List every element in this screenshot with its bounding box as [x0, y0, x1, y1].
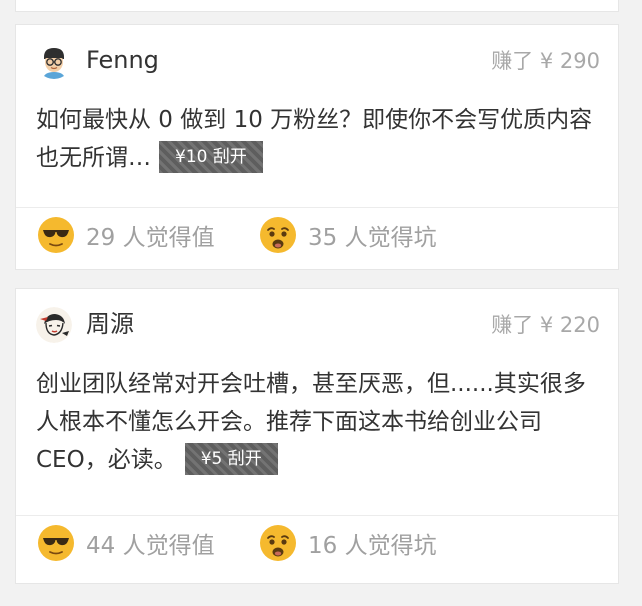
previous-card-edge [15, 0, 619, 12]
earned-amount: 赚了 ¥ 220 [491, 313, 600, 337]
post-content[interactable]: 创业团队经常对开会吐槽，甚至厌恶，但......其实很多人根本不懂怎么开会。推荐… [36, 365, 602, 479]
worth-it-button[interactable]: 44 人觉得值 [36, 523, 215, 563]
author-name[interactable]: Fenng [86, 45, 159, 75]
divider [16, 207, 618, 208]
rip-off-button[interactable]: 16 人觉得坑 [258, 523, 437, 563]
avatar[interactable] [36, 43, 72, 79]
post-card[interactable]: Fenng 赚了 ¥ 290 如何最快从 0 做到 10 万粉丝？即使你不会写优… [15, 24, 619, 270]
post-header: Fenng 赚了 ¥ 290 [36, 41, 600, 81]
post-text: 如何最快从 0 做到 10 万粉丝？即使你不会写优质内容也无所谓… [36, 107, 593, 171]
post-card[interactable]: 周源 赚了 ¥ 220 创业团队经常对开会吐槽，甚至厌恶，但......其实很多… [15, 288, 619, 584]
avatar[interactable] [36, 307, 72, 343]
earned-amount: 赚了 ¥ 290 [491, 49, 600, 73]
scratch-to-reveal-button[interactable]: ¥5 刮开 [184, 442, 278, 475]
feed: Fenng 赚了 ¥ 290 如何最快从 0 做到 10 万粉丝？即使你不会写优… [0, 0, 642, 606]
scratch-to-reveal-button[interactable]: ¥10 刮开 [159, 140, 263, 173]
worth-it-button[interactable]: 29 人觉得值 [36, 215, 215, 255]
post-text: 创业团队经常对开会吐槽，甚至厌恶，但......其实很多人根本不懂怎么开会。推荐… [36, 371, 586, 473]
rip-off-count: 35 人觉得坑 [308, 225, 437, 251]
post-footer: 44 人觉得值 16 人觉得坑 [36, 523, 598, 563]
shocked-emoji-icon [260, 525, 296, 561]
worth-it-count: 29 人觉得值 [86, 225, 215, 251]
shocked-emoji-icon [260, 217, 296, 253]
author-name[interactable]: 周源 [86, 309, 134, 339]
rip-off-count: 16 人觉得坑 [308, 533, 437, 559]
divider [16, 515, 618, 516]
cool-sunglasses-emoji-icon [38, 217, 74, 253]
post-footer: 29 人觉得值 35 人觉得坑 [36, 215, 598, 255]
worth-it-count: 44 人觉得值 [86, 533, 215, 559]
post-content[interactable]: 如何最快从 0 做到 10 万粉丝？即使你不会写优质内容也无所谓… ¥10 刮开 [36, 101, 602, 177]
cool-sunglasses-emoji-icon [38, 525, 74, 561]
post-header: 周源 赚了 ¥ 220 [36, 305, 600, 345]
rip-off-button[interactable]: 35 人觉得坑 [258, 215, 437, 255]
